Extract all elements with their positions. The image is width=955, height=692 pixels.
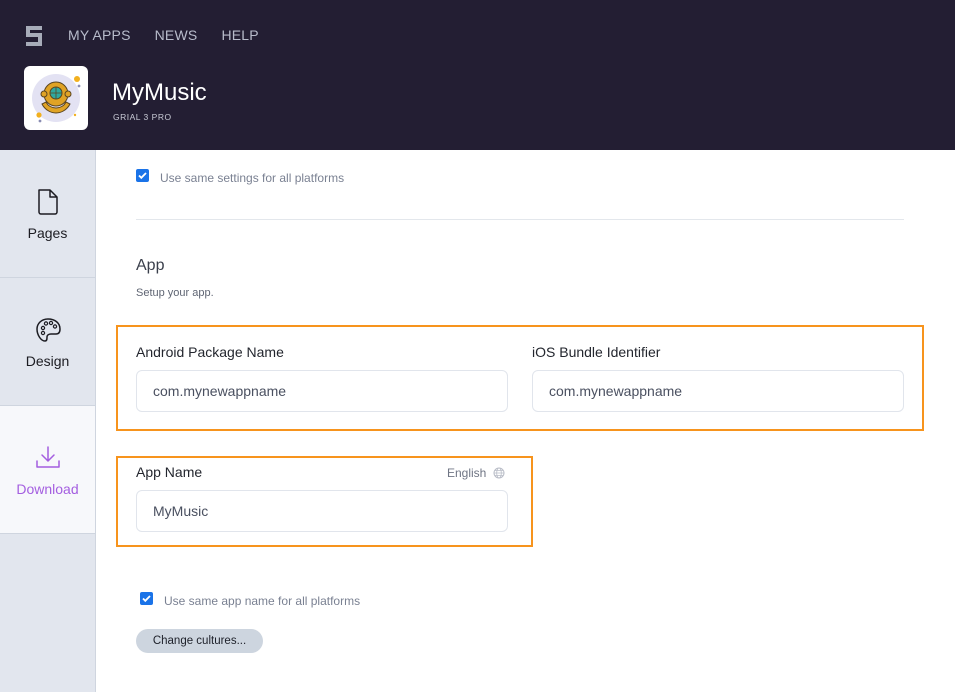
app-name-label: App Name: [136, 464, 203, 480]
nav-news[interactable]: NEWS: [155, 27, 198, 43]
sidebar-item-label: Pages: [27, 225, 68, 241]
language-selector[interactable]: English: [447, 466, 505, 480]
download-icon: [34, 444, 62, 472]
sidebar-item-label: Download: [16, 481, 79, 497]
ios-bundle-input[interactable]: com.mynewappname: [532, 370, 904, 412]
globe-icon: [493, 467, 505, 479]
sidebar-item-download[interactable]: Download: [0, 406, 95, 534]
app-icon: [24, 66, 88, 130]
palette-icon: [34, 316, 62, 344]
android-package-input[interactable]: com.mynewappname: [136, 370, 508, 412]
top-nav: MY APPS NEWS HELP: [68, 27, 283, 43]
app-name-input[interactable]: MyMusic: [136, 490, 508, 532]
divider: [136, 219, 904, 220]
section-subtitle: Setup your app.: [136, 287, 214, 299]
grial-logo-icon[interactable]: [26, 26, 42, 46]
page-icon: [34, 188, 62, 216]
same-settings-label: Use same settings for all platforms: [160, 171, 345, 185]
section-title: App: [136, 257, 165, 274]
sidebar: Pages Design Download: [0, 150, 96, 692]
same-name-checkbox[interactable]: [140, 592, 153, 605]
app-title: MyMusic: [112, 79, 207, 106]
same-settings-checkbox[interactable]: [136, 169, 149, 182]
sidebar-item-label: Design: [25, 353, 70, 369]
ios-bundle-label: iOS Bundle Identifier: [532, 344, 661, 360]
language-label: English: [447, 466, 487, 480]
top-header: MY APPS NEWS HELP MyMusic GRIAL 3 PRO: [0, 0, 955, 150]
diving-helmet-icon: [32, 74, 81, 123]
sidebar-item-design[interactable]: Design: [0, 278, 95, 406]
nav-my-apps[interactable]: MY APPS: [68, 27, 131, 43]
nav-help[interactable]: HELP: [221, 27, 258, 43]
main-content: Use same settings for all platforms App …: [96, 150, 955, 692]
sidebar-item-pages[interactable]: Pages: [0, 150, 95, 278]
android-package-label: Android Package Name: [136, 344, 284, 360]
app-plan: GRIAL 3 PRO: [113, 112, 172, 122]
same-name-label: Use same app name for all platforms: [164, 594, 361, 608]
change-cultures-button[interactable]: Change cultures...: [136, 629, 263, 653]
